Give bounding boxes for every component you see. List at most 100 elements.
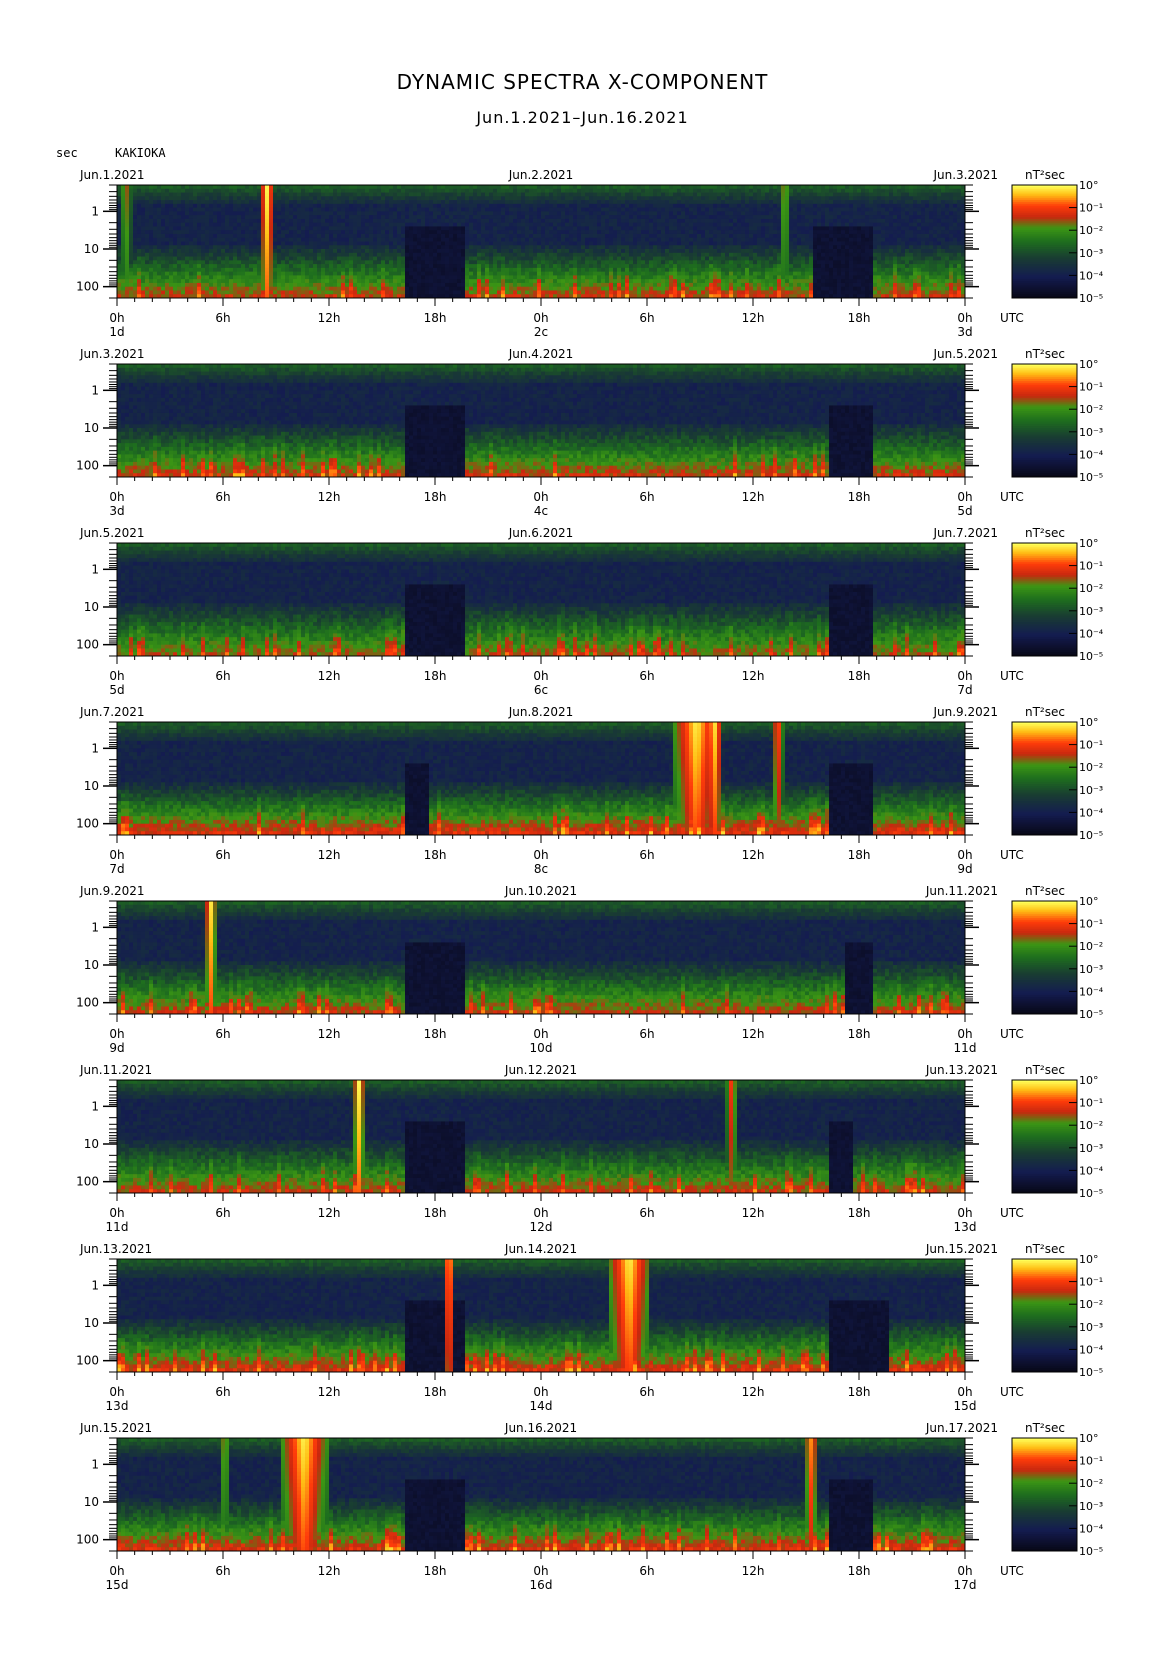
y-tick-label: 1 [91, 920, 99, 934]
panel-mid-date: Jun.2.2021 [508, 168, 574, 182]
colorbar-tick-label: 10⁻⁴ [1079, 269, 1104, 282]
heatmap-cells [117, 364, 965, 477]
day-label: 7d [109, 862, 124, 876]
y-tick-label: 100 [76, 280, 99, 294]
x-tick-label: 0h [533, 311, 548, 325]
figure-title: DYNAMIC SPECTRA X-COMPONENT [0, 70, 1165, 94]
colorbar-unit: nT²sec [1025, 168, 1065, 182]
panel-left-date: Jun.9.2021 [79, 884, 145, 898]
x-tick-label: 18h [424, 1206, 447, 1220]
y-tick-label: 1 [91, 204, 99, 218]
day-label: 3d [109, 504, 124, 518]
colorbar: 10°10⁻¹10⁻²10⁻³10⁻⁴10⁻⁵ [1012, 1253, 1104, 1379]
colorbar-tick-label: 10° [1079, 179, 1099, 192]
colorbar-tick-label: 10° [1079, 895, 1099, 908]
colorbar-tick-label: 10° [1079, 1253, 1099, 1266]
x-tick-label: 0h [957, 490, 972, 504]
colorbar-tick-label: 10⁻³ [1079, 963, 1103, 976]
colorbar-tick-label: 10⁻⁴ [1079, 1164, 1104, 1177]
colorbar-tick-label: 10⁻¹ [1079, 918, 1103, 931]
y-tick-label: 10 [84, 421, 99, 435]
colorbar-tick-label: 10° [1079, 537, 1099, 550]
x-tick-label: 18h [848, 490, 871, 504]
station-name: KAKIOKA [115, 146, 166, 160]
spectrogram-panel: Jun.3.2021 Jun.4.2021 Jun.5.2021 nT²sec1101… [76, 347, 1104, 518]
colorbar-tick-label: 10⁻³ [1079, 247, 1103, 260]
colorbar-unit: nT²sec [1025, 1421, 1065, 1435]
x-tick-label: 0h [533, 1385, 548, 1399]
colorbar: 10°10⁻¹10⁻²10⁻³10⁻⁴10⁻⁵ [1012, 1074, 1104, 1200]
colorbar-tick-label: 10⁻¹ [1079, 202, 1103, 215]
colorbar-tick-label: 10⁻⁵ [1079, 1008, 1103, 1021]
day-label: 3d [957, 325, 972, 339]
x-tick-label: 6h [215, 311, 230, 325]
spectrogram-panel: Jun.1.2021 Jun.2.2021 Jun.3.2021 nT²sec1101… [76, 168, 1104, 339]
panel-left-date: Jun.1.2021 [79, 168, 145, 182]
x-tick-label: 0h [957, 669, 972, 683]
colorbar-tick-label: 10⁻³ [1079, 1500, 1103, 1513]
x-tick-label: 0h [109, 490, 124, 504]
x-tick-label: 12h [742, 848, 765, 862]
x-tick-label: 12h [318, 669, 341, 683]
colorbar: 10°10⁻¹10⁻²10⁻³10⁻⁴10⁻⁵ [1012, 1432, 1104, 1558]
colorbar-tick-label: 10⁻⁵ [1079, 292, 1103, 305]
x-tick-label: 12h [318, 311, 341, 325]
day-label: 17d [954, 1578, 977, 1592]
utc-label: UTC [1000, 669, 1024, 683]
x-tick-label: 0h [957, 1027, 972, 1041]
x-tick-label: 0h [109, 848, 124, 862]
day-label: 13d [106, 1399, 129, 1413]
y-tick-label: 10 [84, 1495, 99, 1509]
colorbar-unit: nT²sec [1025, 705, 1065, 719]
x-tick-label: 6h [639, 1027, 654, 1041]
y-tick-label: 100 [76, 1533, 99, 1547]
utc-label: UTC [1000, 1206, 1024, 1220]
x-tick-label: 12h [318, 1385, 341, 1399]
x-tick-label: 0h [533, 490, 548, 504]
x-tick-label: 0h [957, 311, 972, 325]
colorbar-tick-label: 10⁻² [1079, 940, 1103, 953]
utc-label: UTC [1000, 1385, 1024, 1399]
y-tick-label: 1 [91, 562, 99, 576]
x-tick-label: 0h [109, 311, 124, 325]
panel-mid-date: Jun.12.2021 [504, 1063, 577, 1077]
colorbar-unit: nT²sec [1025, 1063, 1065, 1077]
day-label: 6c [534, 683, 548, 697]
colorbar-tick-label: 10⁻¹ [1079, 739, 1103, 752]
colorbar-tick-label: 10° [1079, 716, 1099, 729]
colorbar-tick-label: 10⁻² [1079, 1298, 1103, 1311]
x-tick-label: 12h [318, 1027, 341, 1041]
day-label: 5d [957, 504, 972, 518]
x-tick-label: 6h [639, 490, 654, 504]
spectrogram-panel: Jun.15.2021 Jun.16.2021 Jun.17.2021 nT²sec1… [76, 1421, 1104, 1592]
utc-label: UTC [1000, 490, 1024, 504]
x-tick-label: 12h [318, 490, 341, 504]
y-tick-label: 10 [84, 779, 99, 793]
day-label: 9d [957, 862, 972, 876]
colorbar-tick-label: 10⁻⁵ [1079, 471, 1103, 484]
colorbar-unit: nT²sec [1025, 1242, 1065, 1256]
x-tick-label: 12h [742, 1564, 765, 1578]
heatmap-cells [117, 543, 965, 656]
colorbar: 10°10⁻¹10⁻²10⁻³10⁻⁴10⁻⁵ [1012, 358, 1104, 484]
panel-left-date: Jun.7.2021 [79, 705, 145, 719]
colorbar-tick-label: 10⁻² [1079, 403, 1103, 416]
x-tick-label: 12h [742, 1206, 765, 1220]
x-tick-label: 12h [742, 311, 765, 325]
day-label: 14d [530, 1399, 553, 1413]
colorbar-tick-label: 10⁻³ [1079, 1142, 1103, 1155]
colorbar-tick-label: 10⁻² [1079, 1119, 1103, 1132]
y-tick-label: 100 [76, 459, 99, 473]
day-label: 15d [954, 1399, 977, 1413]
colorbar-tick-label: 10⁻⁵ [1079, 650, 1103, 663]
x-tick-label: 18h [848, 848, 871, 862]
spectrogram-panel: Jun.9.2021 Jun.10.2021 Jun.11.2021 nT²sec11… [76, 884, 1104, 1055]
utc-label: UTC [1000, 311, 1024, 325]
y-tick-label: 10 [84, 600, 99, 614]
x-tick-label: 0h [957, 1206, 972, 1220]
colorbar-tick-label: 10° [1079, 358, 1099, 371]
y-tick-label: 1 [91, 1278, 99, 1292]
x-tick-label: 12h [742, 669, 765, 683]
colorbar: 10°10⁻¹10⁻²10⁻³10⁻⁴10⁻⁵ [1012, 179, 1104, 305]
colorbar-tick-label: 10⁻³ [1079, 426, 1103, 439]
